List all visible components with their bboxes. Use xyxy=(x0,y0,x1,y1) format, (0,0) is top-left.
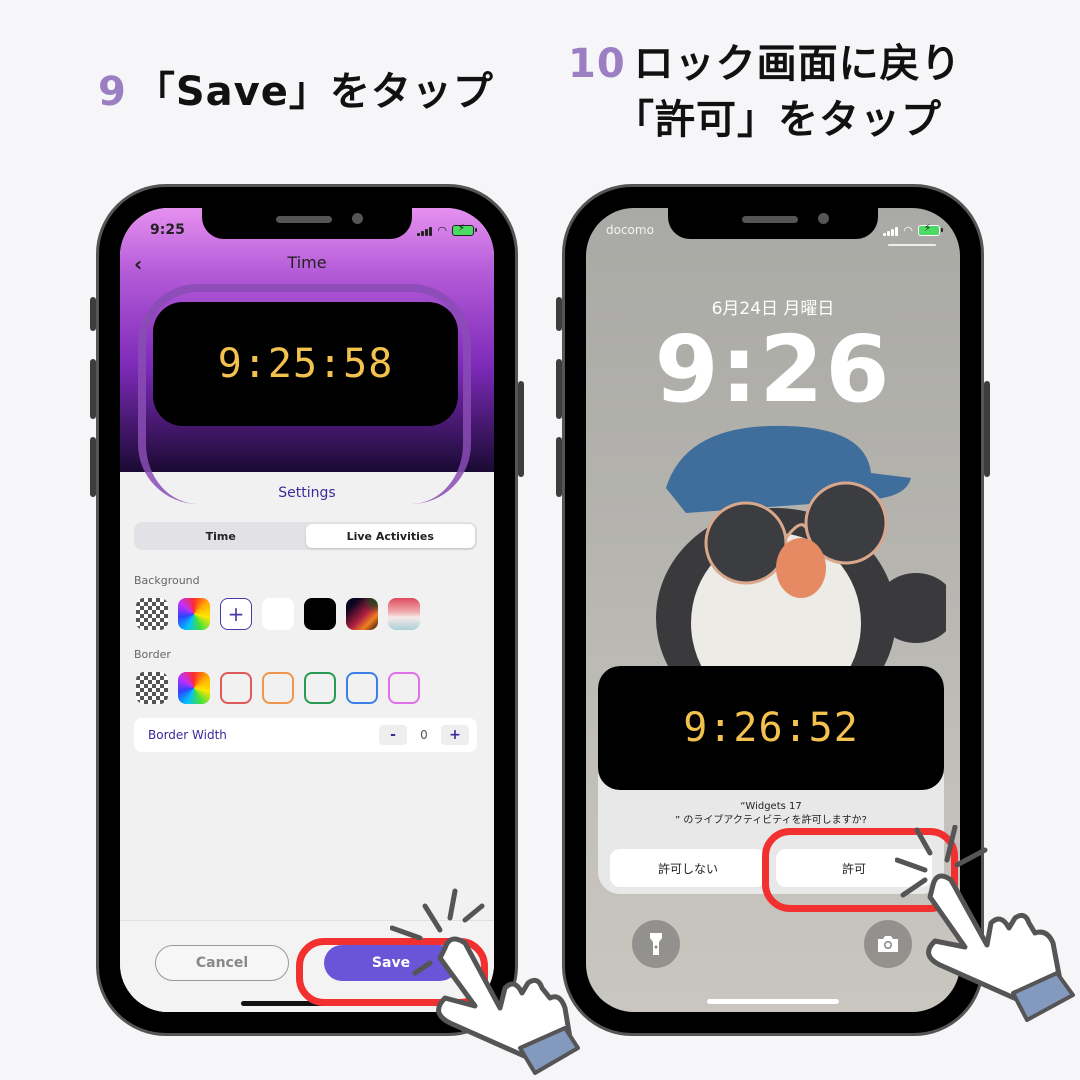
wallpaper-penguin-image xyxy=(656,425,946,678)
border-width-label: Border Width xyxy=(148,728,227,742)
carrier-name: docomo xyxy=(606,223,654,237)
signal-icon xyxy=(883,226,899,236)
live-activity-preview: 9:25:58 xyxy=(153,302,458,426)
mode-segmented-control: Time Live Activities xyxy=(134,522,477,550)
border-swatch-blue[interactable] xyxy=(346,672,378,704)
settings-title: Settings xyxy=(278,485,336,501)
status-icons: ◠ ⚡ xyxy=(417,223,477,237)
step-title: 「Save」をタップ xyxy=(134,69,494,115)
border-width-value: 0 xyxy=(420,728,428,742)
permission-message: “Widgets 17 ” のライブアクティビティを許可しますか? xyxy=(598,800,944,828)
lock-time: 9:26 xyxy=(654,316,892,423)
live-activity-clock: 9:26:52 xyxy=(683,705,859,751)
border-swatch-orange[interactable] xyxy=(262,672,294,704)
bg-swatch-sky-image[interactable] xyxy=(388,598,420,630)
permission-message-line-2: ” のライブアクティビティを許可しますか? xyxy=(675,815,867,826)
step-number: 10 xyxy=(568,41,626,87)
bg-swatch-color-wheel[interactable] xyxy=(178,598,210,630)
wifi-icon: ◠ xyxy=(437,224,447,237)
battery-icon: ⚡ xyxy=(918,223,943,236)
deny-button[interactable]: 許可しない xyxy=(610,849,766,887)
cancel-button[interactable]: Cancel xyxy=(155,945,289,981)
border-label: Border xyxy=(134,648,171,661)
step-title-line-2: 「許可」をタップ xyxy=(614,97,942,143)
volume-down-button xyxy=(90,437,96,497)
power-button xyxy=(984,381,990,477)
mute-switch xyxy=(90,297,96,331)
notch xyxy=(202,208,412,239)
mute-switch xyxy=(556,297,562,331)
notch xyxy=(668,208,878,239)
control-center-indicator xyxy=(888,244,936,246)
volume-up-button xyxy=(90,359,96,419)
bg-swatch-flame-image[interactable] xyxy=(346,598,378,630)
volume-up-button xyxy=(556,359,562,419)
volume-down-button xyxy=(556,437,562,497)
status-icons: ◠ ⚡ xyxy=(883,223,943,237)
background-label: Background xyxy=(134,574,200,587)
battery-icon: ⚡ xyxy=(452,223,477,236)
border-swatches xyxy=(136,672,420,704)
border-swatch-red[interactable] xyxy=(220,672,252,704)
border-width-row: Border Width - 0 + xyxy=(134,718,477,752)
border-swatch-transparent[interactable] xyxy=(136,672,168,704)
home-indicator xyxy=(707,999,839,1004)
flashlight-icon xyxy=(650,933,662,955)
signal-icon xyxy=(417,226,433,236)
step-9-heading: 9 「Save」をタップ xyxy=(98,62,494,122)
border-swatch-green[interactable] xyxy=(304,672,336,704)
status-time: 9:25 xyxy=(150,222,185,238)
bg-swatch-transparent[interactable] xyxy=(136,598,168,630)
preview-clock: 9:25:58 xyxy=(217,341,394,387)
permission-message-line-1: “Widgets 17 xyxy=(740,801,802,812)
bg-add-button[interactable]: + xyxy=(220,598,252,630)
step-title-line-1: ロック画面に戻り xyxy=(633,41,962,87)
border-swatch-pink[interactable] xyxy=(388,672,420,704)
background-swatches: + xyxy=(136,598,420,630)
border-swatch-color-wheel[interactable] xyxy=(178,672,210,704)
tap-hand-icon xyxy=(390,888,580,1075)
nav-title: Time xyxy=(287,253,327,272)
border-width-decrement[interactable]: - xyxy=(379,725,407,745)
bg-swatch-black[interactable] xyxy=(304,598,336,630)
border-width-increment[interactable]: + xyxy=(441,725,469,745)
tap-hand-icon xyxy=(895,825,1075,1022)
flashlight-button[interactable] xyxy=(632,920,680,968)
power-button xyxy=(518,381,524,477)
step-10-heading: 10 ロック画面に戻り 「許可」をタップ xyxy=(568,36,962,148)
live-activity-preview: 9:26:52 xyxy=(598,666,944,790)
wifi-icon: ◠ xyxy=(903,224,913,237)
segment-time[interactable]: Time xyxy=(136,524,306,548)
step-number: 9 xyxy=(98,69,127,115)
segment-live-activities[interactable]: Live Activities xyxy=(305,524,475,548)
bg-swatch-white[interactable] xyxy=(262,598,294,630)
plus-icon: + xyxy=(227,602,245,626)
